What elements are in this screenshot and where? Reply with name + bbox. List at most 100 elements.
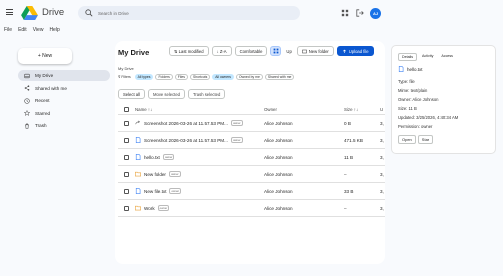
table-row[interactable]: New file.txt owner Alice Johnson 33 B 3, (118, 183, 385, 200)
filter-all-owners[interactable]: All owners (212, 74, 234, 80)
table-row[interactable]: Screenshot 2026-03-26 at 11.57.53 PM... o… (118, 115, 385, 132)
trash-selected-button[interactable]: Trash selected (188, 89, 226, 99)
details-updated: Updated: 3/25/2026, 4:40:34 AM (398, 115, 459, 120)
tab-access[interactable]: Access (438, 53, 456, 61)
filters-toggle[interactable]: ⊽ Filters (118, 74, 133, 80)
order-select[interactable]: ↓ Z-A (211, 46, 232, 56)
filter-owned-by-me[interactable]: Owned by me (235, 74, 263, 80)
row-name-cell[interactable]: New file.txt owner (135, 188, 182, 194)
open-button[interactable]: Open (398, 135, 416, 144)
filter-bar: ⊽ Filters All types Folders Files Shortc… (118, 74, 296, 80)
role-badge: owner (168, 171, 181, 177)
app-brand: Drive (42, 7, 65, 18)
menu-edit[interactable]: Edit (18, 27, 27, 36)
clock-icon (24, 97, 30, 104)
avatar[interactable]: AJ (370, 8, 381, 19)
row-owner: Alice Johnson (264, 205, 293, 211)
grid-view-icon (273, 48, 279, 54)
breadcrumb[interactable]: My Drive (118, 66, 134, 71)
sort-select[interactable]: ⇅ Last modified (169, 46, 209, 56)
search-icon (85, 9, 93, 17)
row-name: Screenshot 2026-03-26 at 11.57.53 PM... (144, 120, 228, 126)
toolbar: ⇅ Last modified ↓ Z-A Comfortable Up New… (169, 46, 377, 56)
sidebar-item-starred[interactable]: Starred (18, 108, 110, 119)
details-permission: Permission: owner (398, 124, 433, 129)
row-checkbox[interactable] (124, 137, 129, 143)
filter-shortcuts[interactable]: Shortcuts (189, 74, 211, 80)
view-toggle-button[interactable] (270, 46, 282, 56)
column-size[interactable]: Size ↑↓ (344, 107, 358, 112)
row-size: 471.5 KB (344, 137, 363, 143)
filter-folders[interactable]: Folders (155, 74, 173, 80)
search-bar[interactable]: Search in Drive (78, 6, 300, 20)
role-badge: owner (169, 188, 182, 194)
table-row[interactable]: New folder owner Alice Johnson – 3, (118, 166, 385, 183)
table-header: Name ↑↓ Owner Size ↑↓ U (118, 104, 385, 115)
menu-view[interactable]: View (33, 27, 44, 36)
row-name-cell[interactable]: New folder owner (135, 171, 181, 177)
sidebar-item-my-drive[interactable]: My Drive (18, 70, 110, 81)
filter-files[interactable]: Files (174, 74, 188, 80)
row-checkbox[interactable] (124, 205, 129, 211)
row-checkbox[interactable] (124, 120, 129, 126)
logout-icon[interactable] (356, 9, 364, 17)
row-name-cell[interactable]: Work owner (135, 205, 170, 211)
row-name-cell[interactable]: Screenshot 2026-03-26 at 11.57.53 PM... o… (135, 137, 243, 143)
new-button[interactable]: + New (18, 48, 72, 64)
row-name: Screenshot 2026-03-26 at 11.57.53 PM... (144, 137, 228, 143)
row-name-cell[interactable]: hello.txt owner (135, 154, 175, 160)
filter-shared-with-me[interactable]: Shared with me (264, 74, 295, 80)
details-size: Size: 11 B (398, 106, 417, 111)
page-title: My Drive (118, 48, 150, 57)
filter-all-types[interactable]: All types (134, 74, 154, 80)
sidebar-item-shared[interactable]: Shared with me (18, 83, 110, 94)
density-select[interactable]: Comfortable (234, 46, 268, 56)
row-name: New folder (144, 171, 166, 177)
tab-activity[interactable]: Activity (419, 53, 436, 61)
upload-label: Upload file (348, 48, 369, 54)
star-button[interactable]: Star (417, 135, 434, 144)
share-icon (24, 85, 30, 91)
menu-bar: File Edit View Help (0, 27, 62, 36)
select-all-button[interactable]: Select all (118, 89, 145, 99)
upload-icon (342, 49, 346, 53)
table-row[interactable]: Work owner Alice Johnson – 3, (118, 200, 385, 217)
select-all-checkbox[interactable] (124, 106, 129, 112)
file-icon (135, 188, 141, 194)
role-badge: owner (230, 137, 243, 143)
up-button[interactable]: Up (284, 46, 294, 56)
menu-help[interactable]: Help (49, 27, 59, 36)
row-owner: Alice Johnson (264, 154, 293, 160)
details-actions: Open Star (398, 135, 435, 144)
drive-logo-icon[interactable] (21, 6, 38, 20)
new-folder-button[interactable]: New folder (296, 46, 334, 56)
search-placeholder: Search in Drive (98, 10, 129, 16)
role-badge: owner (157, 205, 170, 211)
star-icon (24, 110, 30, 116)
main-menu-icon[interactable] (6, 9, 13, 15)
row-updated: 3, (380, 205, 384, 211)
row-checkbox[interactable] (124, 188, 129, 194)
file-icon (398, 66, 404, 72)
table-row[interactable]: hello.txt owner Alice Johnson 11 B 3, (118, 149, 385, 166)
row-name-cell[interactable]: Screenshot 2026-03-26 at 11.57.53 PM... o… (135, 120, 243, 126)
row-checkbox[interactable] (124, 154, 129, 160)
upload-file-button[interactable]: Upload file (336, 46, 374, 56)
sidebar-item-trash[interactable]: Trash (18, 120, 110, 131)
sidebar-item-recent[interactable]: Recent (18, 95, 110, 106)
table-row[interactable]: Screenshot 2026-03-26 at 11.57.53 PM... o… (118, 132, 385, 149)
row-updated: 3, (380, 120, 384, 126)
column-name[interactable]: Name ↑↓ (135, 107, 152, 112)
sidebar-item-label: Recent (35, 98, 50, 103)
folder-icon (135, 171, 141, 177)
grid-view-icon[interactable] (341, 9, 349, 17)
row-name: Work (144, 205, 155, 211)
role-badge: owner (230, 120, 243, 126)
menu-file[interactable]: File (4, 27, 12, 36)
tab-details[interactable]: Details (398, 53, 417, 61)
role-badge: owner (162, 154, 175, 160)
move-selected-button[interactable]: Move selected (148, 89, 185, 99)
row-owner: Alice Johnson (264, 188, 293, 194)
row-checkbox[interactable] (124, 171, 129, 177)
top-bar: Drive Search in Drive AJ (0, 0, 503, 26)
